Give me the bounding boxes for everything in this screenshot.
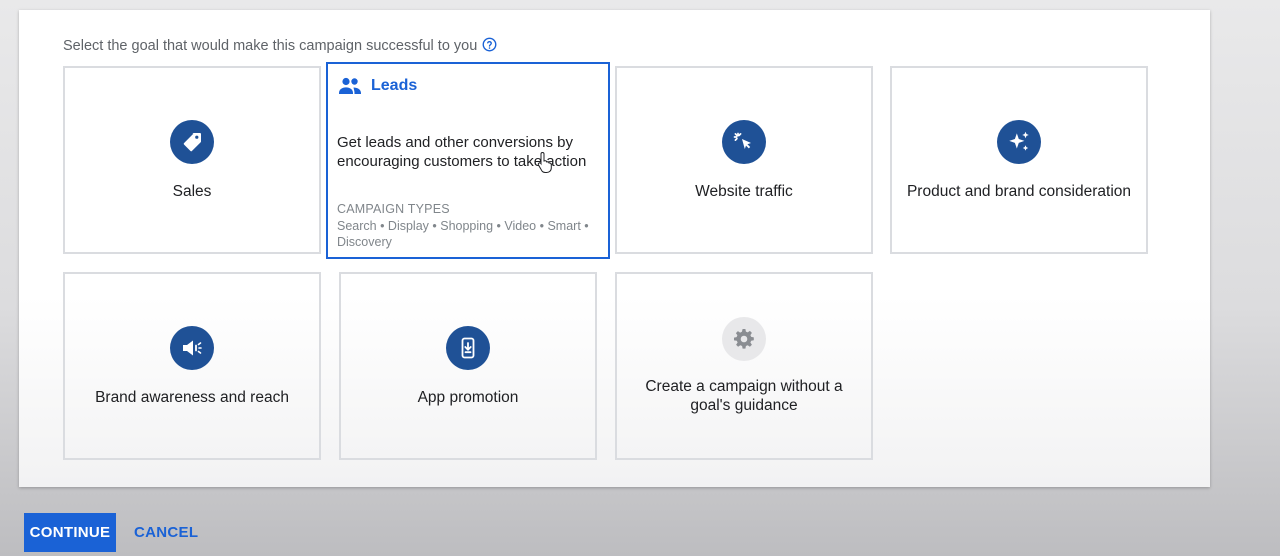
sparkle-icon <box>997 119 1041 164</box>
mobile-download-icon <box>446 325 490 370</box>
hand-pointer-icon <box>537 151 552 173</box>
goal-label-sales: Sales <box>172 182 212 200</box>
goal-card-app-promotion[interactable]: App promotion <box>339 272 597 460</box>
goal-label-no-goal: Create a campaign without a goal's guida… <box>645 378 843 414</box>
people-icon <box>339 77 361 94</box>
goal-card-product-brand[interactable]: Product and brand consideration <box>890 66 1148 254</box>
goal-card-no-goal[interactable]: Create a campaign without a goal's guida… <box>615 272 873 460</box>
question-circle-icon[interactable] <box>482 37 497 52</box>
cursor-click-icon <box>722 119 766 164</box>
goal-heading-text: Select the goal that would make this cam… <box>63 38 478 54</box>
tag-icon <box>170 119 214 164</box>
continue-button[interactable]: CONTINUE <box>24 513 116 552</box>
goal-label-app-promotion: App promotion <box>417 388 519 406</box>
goal-card-brand-awareness[interactable]: Brand awareness and reach <box>63 272 321 460</box>
gear-icon <box>722 317 766 361</box>
goal-card-website-traffic[interactable]: Website traffic <box>615 66 873 254</box>
leads-title: Leads <box>338 76 417 96</box>
leads-description: Get leads and other conversions by encou… <box>337 134 587 170</box>
megaphone-icon <box>170 325 214 370</box>
campaign-types-label: CAMPAIGN TYPES <box>337 202 450 216</box>
goal-label-website-traffic: Website traffic <box>695 182 793 200</box>
goal-heading: Select the goal that would make this cam… <box>63 37 497 54</box>
goal-card-leads[interactable]: Leads Get leads and other conversions by… <box>326 62 610 259</box>
goal-label-product-brand: Product and brand consideration <box>906 182 1132 200</box>
goal-label-brand-awareness: Brand awareness and reach <box>95 388 289 406</box>
goal-card-sales[interactable]: Sales <box>63 66 321 254</box>
cancel-button[interactable]: CANCEL <box>128 513 204 552</box>
campaign-types-list: Search • Display • Shopping • Video • Sm… <box>337 219 589 249</box>
leads-title-text: Leads <box>371 77 418 94</box>
